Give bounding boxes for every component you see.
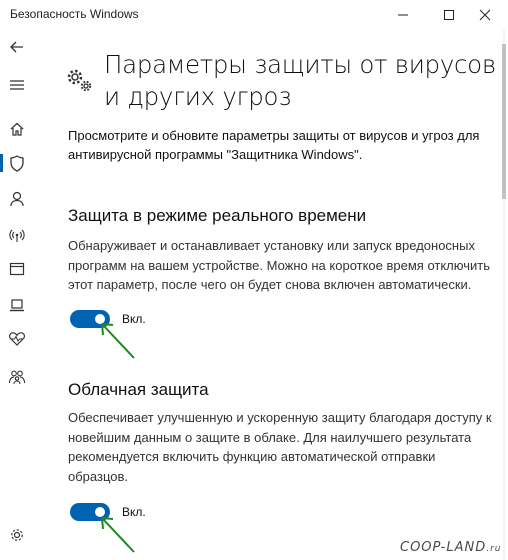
family-icon xyxy=(8,370,26,385)
scrollbar-thumb[interactable] xyxy=(502,44,506,199)
back-button[interactable] xyxy=(0,30,34,64)
close-button[interactable] xyxy=(462,0,508,30)
gears-icon xyxy=(67,69,92,92)
description-line: рекомендуется включить функцию автоматич… xyxy=(68,449,436,464)
cloud-protection-description: Обеспечивает улучшенную и ускоренную защ… xyxy=(68,408,508,486)
sidebar-item-device-health[interactable] xyxy=(0,322,34,356)
settings-button[interactable] xyxy=(0,518,34,552)
back-arrow-icon xyxy=(10,41,23,53)
minimize-icon xyxy=(398,14,408,16)
person-icon xyxy=(10,191,24,207)
description-line: Обеспечивает улучшенную и ускоренную защ… xyxy=(68,410,492,425)
heart-health-icon xyxy=(9,332,25,346)
hamburger-menu-icon xyxy=(10,80,24,90)
scrollbar[interactable] xyxy=(500,30,508,560)
page-intro: Просмотрите и обновите параметры защиты … xyxy=(68,128,480,162)
annotation-arrow xyxy=(101,517,135,553)
main-content: Параметры защиты от вирусов и других угр… xyxy=(34,30,508,560)
page-title: Параметры защиты от вирусов и других угр… xyxy=(104,50,496,111)
realtime-protection-heading: Защита в режиме реального времени xyxy=(68,206,367,225)
description-line: Обнаруживает и останавливает установку и… xyxy=(68,238,475,253)
sidebar-item-firewall[interactable] xyxy=(0,218,34,252)
sidebar-item-home[interactable] xyxy=(0,112,34,146)
cloud-protection-heading: Облачная защита xyxy=(68,380,209,399)
sidebar-item-account[interactable] xyxy=(0,182,34,216)
title-bar: Безопасность Windows xyxy=(0,0,508,30)
watermark-text: COOP-LAND xyxy=(400,540,487,555)
maximize-icon xyxy=(444,10,454,20)
description-line: программ на вашем устройстве. Можно на к… xyxy=(68,257,490,273)
description-line: образцов. xyxy=(68,468,128,484)
minimize-button[interactable] xyxy=(380,0,426,30)
watermark: COOP-LAND.ru xyxy=(400,540,502,555)
realtime-protection-description: Обнаруживает и останавливает установку и… xyxy=(68,236,508,295)
annotation-arrow xyxy=(101,323,135,359)
close-icon xyxy=(479,9,491,21)
settings-gear-icon xyxy=(11,529,23,541)
sidebar-item-device-security[interactable] xyxy=(0,288,34,322)
sidebar-item-virus-protection[interactable] xyxy=(0,146,34,180)
sidebar-item-family[interactable] xyxy=(0,360,34,394)
description-line: этот параметр, после чего он будет снова… xyxy=(68,277,472,292)
app-browser-icon xyxy=(9,262,25,276)
window-title: Безопасность Windows xyxy=(10,7,139,21)
wifi-antenna-icon xyxy=(9,229,25,242)
watermark-tld: .ru xyxy=(486,544,502,554)
home-icon xyxy=(10,122,24,136)
menu-button[interactable] xyxy=(0,68,34,102)
sidebar-item-app-browser[interactable] xyxy=(0,252,34,286)
sidebar xyxy=(0,30,34,560)
shield-icon xyxy=(10,154,24,172)
description-line: новейшим данным о защите в облаке. Для н… xyxy=(68,429,472,445)
laptop-icon xyxy=(10,299,24,312)
